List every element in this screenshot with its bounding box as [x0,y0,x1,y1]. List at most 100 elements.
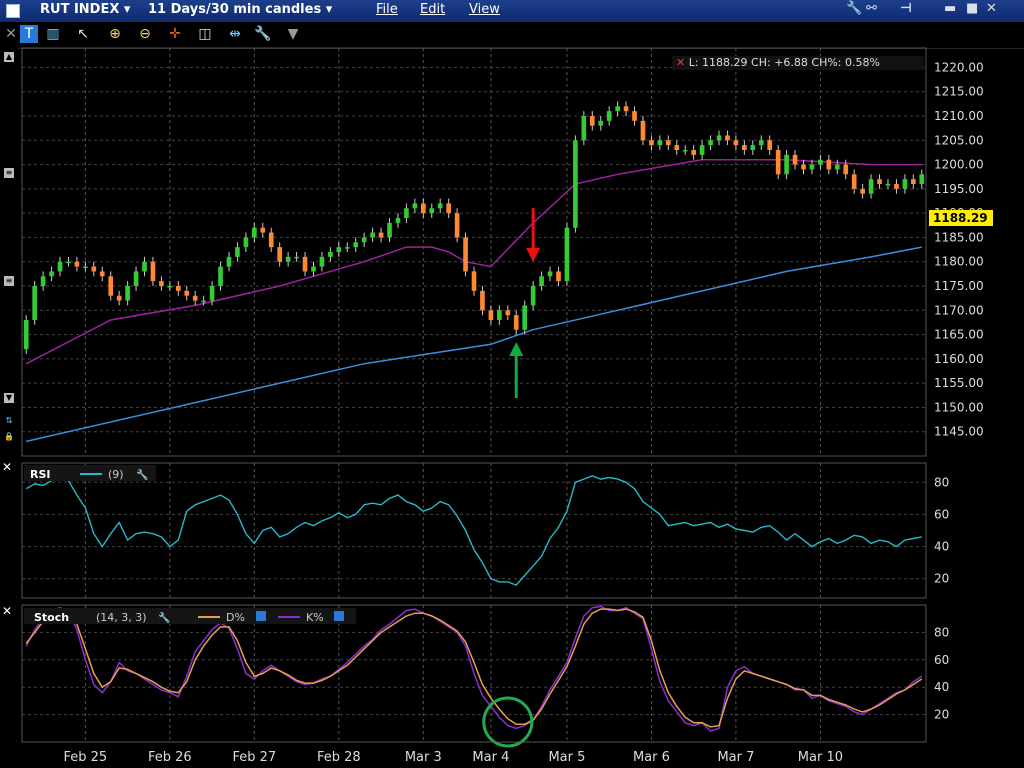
candle-body [429,208,435,214]
price-status: ✕ L: 1188.29 CH: +6.88 CH%: 0.58% [672,56,924,70]
candle-body [877,179,882,184]
candle-body [437,203,443,209]
price-tick-label: 1220.00 [934,60,984,74]
candle-body [522,305,528,330]
candle-body [344,247,350,249]
rsi-title[interactable]: RSI [30,468,51,481]
candles-layer [23,101,925,354]
candle-body [885,184,891,186]
chart-area[interactable]: 1220.00 1215.00 1210.00 1205.00 1200.00 1195.… [0,0,1024,768]
candle-body [716,135,722,141]
price-tick-label: 1160.00 [934,352,984,366]
candle-body [420,203,426,214]
candle-body [801,164,806,170]
price-tick-label: 1210.00 [934,109,984,123]
price-tick-label: 1205.00 [934,133,984,147]
candle-body [167,286,173,288]
candle-body [513,315,519,330]
time-tick-label: Feb 25 [64,750,108,765]
candle-body [547,271,553,277]
red-arrow-head [526,248,541,262]
candle-body [150,261,156,282]
candle-body [260,227,266,233]
candle-body [471,271,477,291]
price-tick-label: 1200.00 [934,158,984,172]
stoch-title[interactable]: Stoch [34,611,69,624]
candle-body [834,164,840,170]
candle-body [57,261,63,272]
time-tick-label: Mar 4 [472,750,509,765]
stoch-tick-label: 20 [934,708,949,722]
rsi-tick-label: 20 [934,572,949,586]
stoch-d-checkbox[interactable] [256,611,266,621]
last-price: 1188.29 [933,211,988,225]
candle-body [708,140,713,146]
rsi-settings-icon[interactable]: 🔧 [136,468,148,481]
time-tick-label: Mar 7 [717,750,754,765]
candle-body [74,261,80,267]
price-tick-label: 1170.00 [934,303,984,317]
candle-body [725,135,730,141]
candle-body [99,271,105,277]
candle-body [480,290,485,311]
rsi-axis: 80 60 40 20 [934,475,949,585]
candle-body [589,116,595,126]
price-status-text: L: 1188.29 CH: +6.88 CH%: 0.58% [688,56,880,69]
price-tick-label: 1215.00 [934,85,984,99]
candle-body [851,174,857,189]
candle-body [412,203,418,209]
candle-body [370,232,375,238]
candle-body [395,218,401,223]
candle-body [378,232,384,238]
candle-body [302,256,308,272]
candle-body [175,286,181,291]
candle-body [919,174,925,184]
candle-body [218,266,223,286]
candle-body [268,232,274,248]
candle-body [573,140,578,228]
price-tick-label: 1165.00 [934,328,984,342]
candle-body [83,266,88,269]
stoch-layer [25,605,923,732]
candle-body [775,150,781,175]
candle-body [649,140,654,146]
time-tick-label: Feb 27 [232,750,276,765]
candle-body [192,295,198,301]
stoch-k-label: K% [306,611,324,624]
candle-body [32,286,37,320]
candle-body [285,256,291,262]
time-tick-label: Mar 6 [633,750,670,765]
candle-body [792,154,798,165]
candle-body [353,242,359,248]
candle-body [294,256,299,259]
candle-body [860,188,865,194]
rsi-line [25,475,922,586]
candle-body [505,310,511,316]
time-axis: Feb 25 Feb 26 Feb 27 Feb 28 Mar 3 Mar 4 Mar 5 M… [64,750,843,765]
candle-body [243,237,249,248]
stoch-tick-label: 40 [934,680,949,694]
candle-body [446,203,451,214]
candle-body [674,145,680,150]
candle-body [657,140,663,146]
candle-body [911,179,916,184]
rsi-tick-label: 80 [934,475,949,489]
candle-body [328,252,333,257]
candle-body [142,261,147,272]
candle-body [615,106,620,112]
candle-body [826,159,832,170]
candle-body [818,159,823,165]
candle-body [699,145,705,155]
stoch-d-line [25,608,923,728]
stoch-tick-label: 80 [934,625,949,639]
status-close-icon[interactable]: ✕ [676,56,685,69]
candle-body [539,276,544,286]
price-tick-label: 1175.00 [934,279,984,293]
stoch-settings-icon[interactable]: 🔧 [158,611,170,624]
candle-body [463,237,468,272]
stoch-k-checkbox[interactable] [334,611,344,621]
candle-body [235,247,240,257]
candle-body [311,266,316,272]
candle-body [809,164,815,170]
candle-body [742,145,747,150]
